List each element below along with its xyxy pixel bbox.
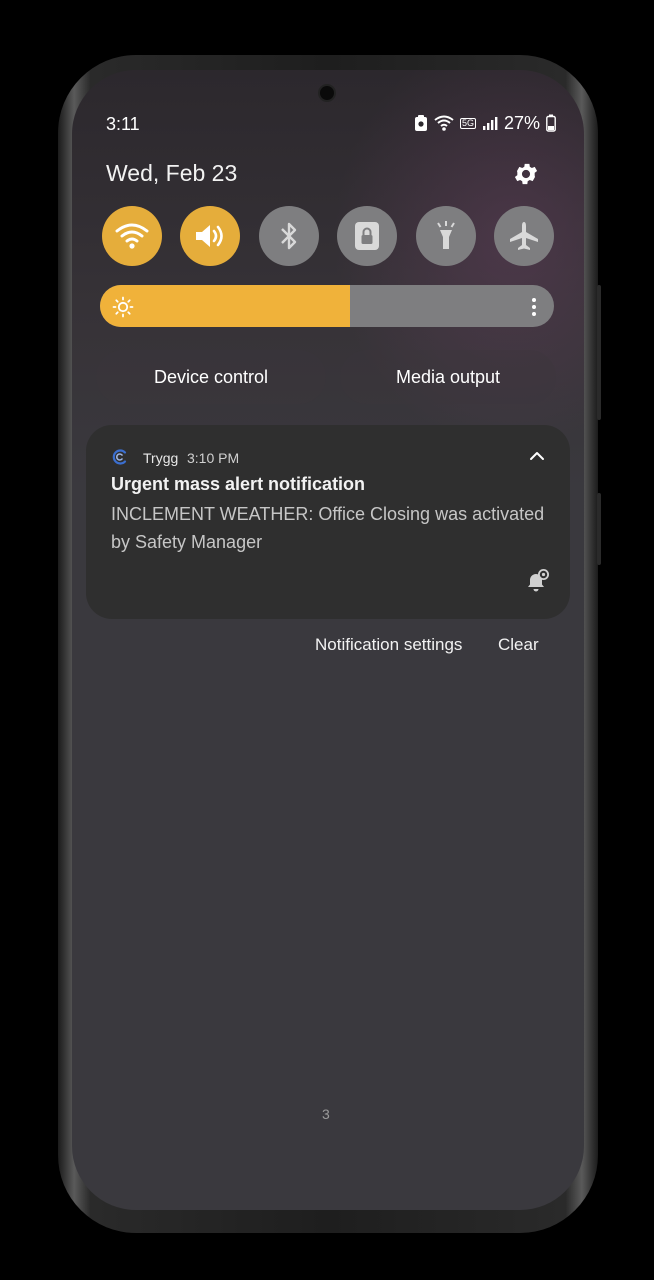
quick-settings-row — [102, 206, 554, 266]
power-button — [597, 493, 601, 565]
sun-icon — [112, 296, 134, 318]
status-time: 3:11 — [106, 114, 140, 134]
bluetooth-icon — [280, 222, 296, 250]
device-control-button[interactable]: Device control — [96, 350, 326, 404]
network-indicator: 5G — [460, 117, 477, 129]
battery-percent: 27% — [504, 112, 541, 133]
bell-snooze-icon[interactable] — [524, 568, 550, 594]
toggle-screen-lock[interactable] — [337, 206, 398, 266]
chevron-up-icon[interactable] — [528, 449, 546, 463]
media-output-button[interactable]: Media output — [340, 350, 556, 404]
lock-icon — [355, 222, 380, 250]
brightness-fill — [100, 285, 350, 327]
brightness-slider[interactable] — [100, 285, 554, 327]
flashlight-icon — [436, 221, 455, 249]
data-saver-icon — [415, 115, 427, 131]
notification-settings-button[interactable]: Notification settings — [315, 635, 462, 655]
front-camera — [318, 84, 336, 102]
more-vertical-icon[interactable] — [530, 296, 538, 318]
signal-icon — [483, 117, 498, 130]
status-icons: 5G 27% — [414, 112, 556, 134]
toggle-sound[interactable] — [180, 206, 241, 266]
toggle-bluetooth[interactable] — [258, 206, 319, 266]
clear-button[interactable]: Clear — [498, 635, 539, 655]
airplane-icon — [509, 222, 538, 250]
toggle-airplane-mode[interactable] — [493, 206, 554, 266]
wifi-icon — [115, 223, 149, 249]
date-label: Wed, Feb 23 — [106, 160, 238, 186]
notification-app-name: Trygg — [143, 450, 179, 466]
toggle-flashlight[interactable] — [415, 206, 476, 266]
volume-button — [597, 285, 601, 420]
notification-title: Urgent mass alert notification — [111, 474, 366, 494]
speaker-icon — [196, 225, 224, 247]
toggle-wifi[interactable] — [102, 206, 162, 266]
page-indicator: 3 — [322, 1106, 330, 1122]
gear-icon[interactable] — [512, 160, 540, 188]
trygg-app-icon — [112, 449, 127, 465]
notification-body: INCLEMENT WEATHER: Office Closing was ac… — [111, 504, 545, 552]
network-label: 5G — [460, 117, 477, 129]
notification-time: 3:10 PM — [187, 450, 240, 466]
wifi-icon — [434, 115, 454, 131]
battery-icon — [546, 114, 556, 132]
